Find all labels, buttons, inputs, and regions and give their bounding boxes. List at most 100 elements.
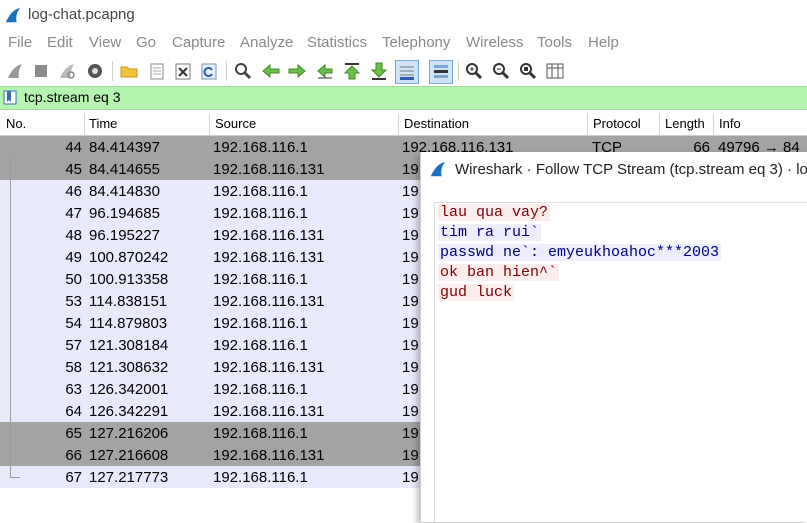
- open-file-icon[interactable]: [118, 60, 140, 82]
- reload-file-icon[interactable]: [198, 60, 220, 82]
- cell-dst: 19: [402, 337, 419, 354]
- cell-dst: 19: [402, 271, 419, 288]
- cell-time: 126.342001: [89, 381, 169, 398]
- cell-no: 65: [65, 425, 82, 442]
- cell-src: 192.168.116.131: [213, 403, 325, 420]
- cell-no: 57: [65, 337, 82, 354]
- go-forward-icon[interactable]: [286, 60, 308, 82]
- menu-edit[interactable]: Edit: [47, 34, 73, 51]
- cell-no: 48: [65, 227, 82, 244]
- cell-src: 192.168.116.1: [213, 139, 308, 156]
- cell-no: 49: [65, 249, 82, 266]
- cell-dst: 19: [402, 205, 419, 222]
- colorize-icon[interactable]: [429, 60, 453, 84]
- cell-src: 192.168.116.1: [213, 425, 308, 442]
- zoom-normal-icon[interactable]: [517, 60, 539, 82]
- cell-no: 63: [65, 381, 82, 398]
- cell-src: 192.168.116.1: [213, 205, 308, 222]
- menu-telephony[interactable]: Telephony: [382, 34, 450, 51]
- cell-no: 53: [65, 293, 82, 310]
- menu-help[interactable]: Help: [588, 34, 619, 51]
- cell-time: 84.414655: [89, 161, 160, 178]
- stream-line-client: ok ban hien^`: [435, 263, 807, 283]
- cell-time: 100.913358: [89, 271, 169, 288]
- menu-view[interactable]: View: [89, 34, 121, 51]
- window-title: log-chat.pcapng: [28, 6, 135, 23]
- menu-file[interactable]: File: [8, 34, 32, 51]
- autoscroll-icon[interactable]: [395, 60, 419, 84]
- go-first-icon[interactable]: [341, 60, 363, 82]
- cell-src: 192.168.116.131: [213, 161, 325, 178]
- menu-wireless[interactable]: Wireless: [466, 34, 524, 51]
- cell-dst: 19: [402, 425, 419, 442]
- go-last-icon[interactable]: [368, 60, 390, 82]
- stream-line-server: passwd ne`: emyeukhoahoc***2003: [435, 243, 807, 263]
- cell-time: 96.195227: [89, 227, 160, 244]
- zoom-in-icon[interactable]: [463, 60, 485, 82]
- menu-statistics[interactable]: Statistics: [307, 34, 367, 51]
- cell-time: 127.217773: [89, 469, 169, 486]
- cell-time: 127.216608: [89, 447, 169, 464]
- column-header-time[interactable]: Time: [89, 116, 117, 131]
- dialog-title: Wireshark · Follow TCP Stream (tcp.strea…: [455, 161, 807, 178]
- cell-src: 192.168.116.1: [213, 381, 308, 398]
- cell-src: 192.168.116.131: [213, 227, 325, 244]
- menu-tools[interactable]: Tools: [537, 34, 572, 51]
- display-filter-bar[interactable]: tcp.stream eq 3: [0, 86, 807, 110]
- go-back-icon[interactable]: [260, 60, 282, 82]
- column-header-destination[interactable]: Destination: [404, 116, 469, 131]
- cell-time: 100.870242: [89, 249, 169, 266]
- column-header-info[interactable]: Info: [719, 116, 741, 131]
- resize-columns-icon[interactable]: [544, 60, 566, 82]
- conversation-bracket-end: [10, 477, 20, 478]
- menu-bar: File Edit View Go Capture Analyze Statis…: [0, 32, 807, 54]
- cell-no: 47: [65, 205, 82, 222]
- capture-options-icon[interactable]: [84, 60, 106, 82]
- cell-dst: 19: [402, 293, 419, 310]
- stop-capture-icon[interactable]: [30, 60, 52, 82]
- cell-dst: 19: [402, 359, 419, 376]
- stream-line-text: tim ra rui`: [438, 224, 542, 241]
- main-toolbar: [0, 56, 807, 87]
- file-set-icon[interactable]: [146, 60, 168, 82]
- column-header-no[interactable]: No.: [6, 116, 26, 131]
- bookmark-icon[interactable]: [3, 90, 17, 105]
- close-file-icon[interactable]: [172, 60, 194, 82]
- cell-src: 192.168.116.131: [213, 293, 325, 310]
- zoom-out-icon[interactable]: [490, 60, 512, 82]
- stream-line-text: lau qua vay?: [438, 204, 551, 221]
- menu-capture[interactable]: Capture: [172, 34, 225, 51]
- cell-no: 44: [65, 139, 82, 156]
- cell-time: 114.838151: [89, 293, 168, 310]
- cell-src: 192.168.116.131: [213, 359, 325, 376]
- wireshark-fin-icon: [5, 7, 21, 23]
- column-header-protocol[interactable]: Protocol: [593, 116, 641, 131]
- cell-dst: 19: [402, 447, 419, 464]
- display-filter-input[interactable]: tcp.stream eq 3: [24, 89, 121, 105]
- go-to-packet-icon[interactable]: [314, 60, 336, 82]
- cell-time: 127.216206: [89, 425, 169, 442]
- column-header-source[interactable]: Source: [215, 116, 256, 131]
- cell-time: 84.414397: [89, 139, 160, 156]
- menu-go[interactable]: Go: [136, 34, 156, 51]
- cell-time: 126.342291: [89, 403, 169, 420]
- cell-no: 46: [65, 183, 82, 200]
- cell-time: 121.308632: [89, 359, 169, 376]
- cell-src: 192.168.116.1: [213, 337, 308, 354]
- cell-src: 192.168.116.1: [213, 183, 308, 200]
- cell-no: 45: [65, 161, 82, 178]
- cell-dst: 19: [402, 469, 419, 486]
- cell-dst: 19: [402, 161, 419, 178]
- cell-no: 58: [65, 359, 82, 376]
- cell-src: 192.168.116.131: [213, 249, 325, 266]
- find-packet-icon[interactable]: [232, 60, 254, 82]
- stream-content[interactable]: lau qua vay? tim ra rui` passwd ne`: emyeu…: [434, 202, 807, 523]
- start-capture-icon[interactable]: [4, 60, 26, 82]
- cell-src: 192.168.116.1: [213, 315, 308, 332]
- restart-capture-icon[interactable]: [56, 60, 78, 82]
- cell-no: 66: [65, 447, 82, 464]
- stream-line-server: tim ra rui`: [435, 223, 807, 243]
- stream-line-text: passwd ne`: emyeukhoahoc***2003: [438, 244, 722, 261]
- menu-analyze[interactable]: Analyze: [240, 34, 293, 51]
- column-header-length[interactable]: Length: [665, 116, 705, 131]
